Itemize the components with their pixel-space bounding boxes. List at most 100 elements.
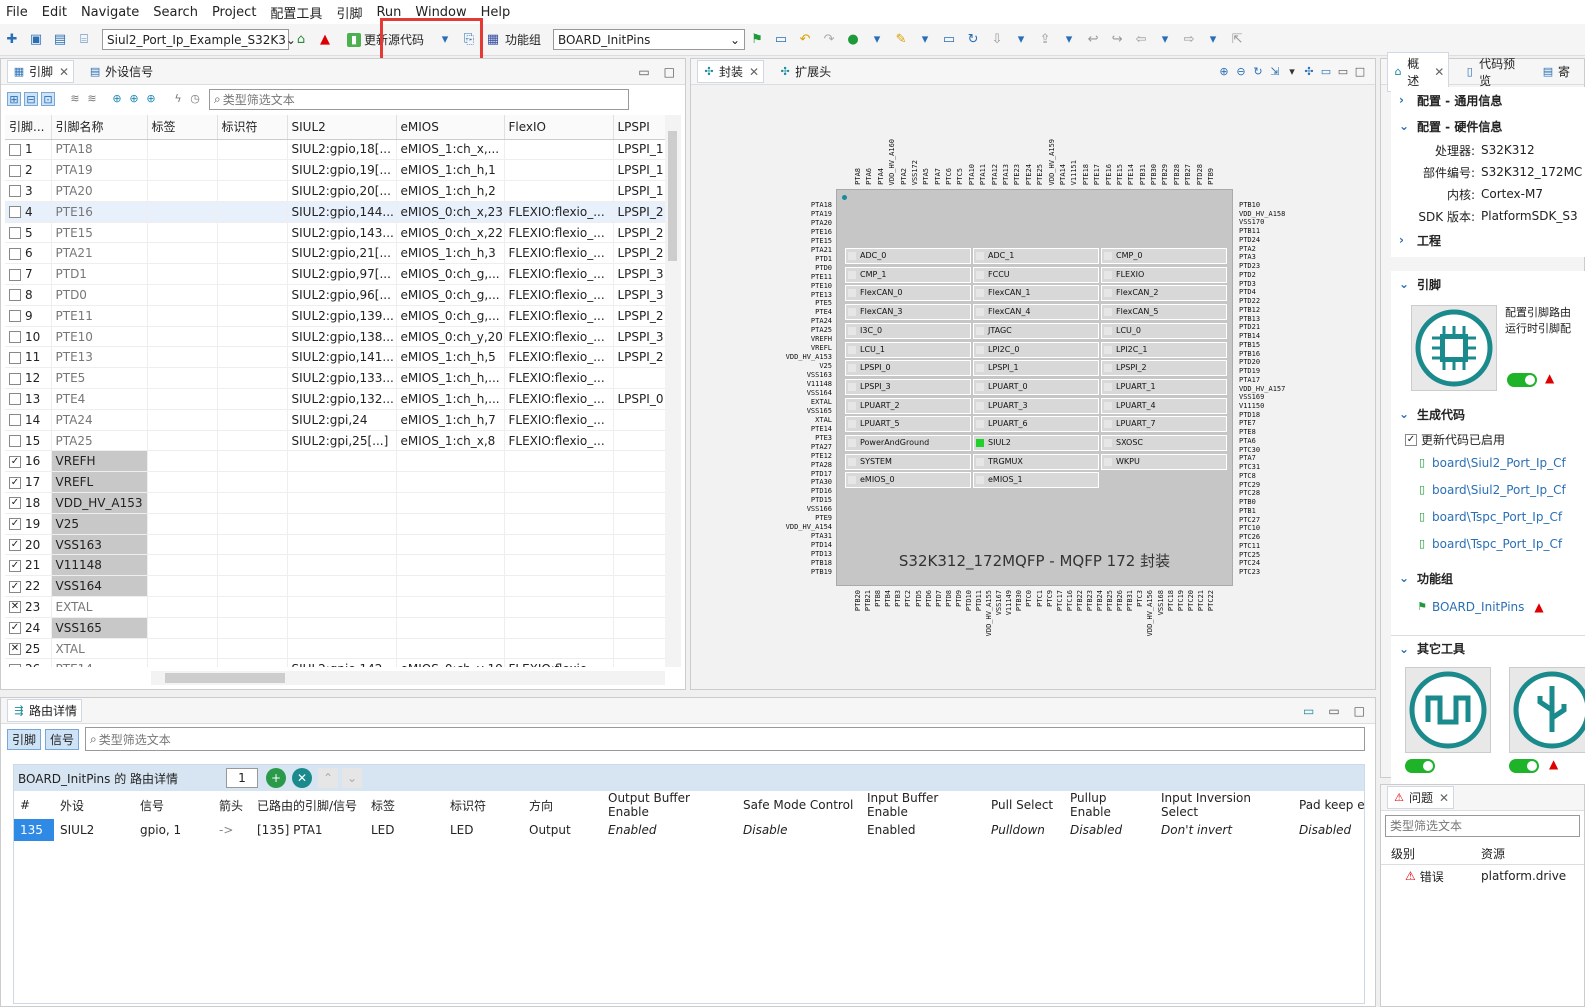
pins-column-header[interactable]: 引脚名称 — [51, 115, 148, 140]
routing-table-row[interactable]: 135 SIUL2 gpio, 1 -> [135] PTA1 LED LED Output E… — [14, 819, 1414, 841]
menu-item[interactable]: Project — [212, 5, 256, 20]
pin-label[interactable]: PTC24 — [1239, 559, 1260, 567]
routing-column-header[interactable]: 已路由的引脚/信号 — [251, 791, 365, 819]
pin-label[interactable]: PTD4 — [1239, 288, 1256, 296]
pins-column-header[interactable]: FlexIO — [504, 115, 614, 140]
refresh-icon[interactable]: ↻ — [964, 31, 982, 49]
pin-label[interactable]: PTB20 — [854, 590, 862, 611]
menu-item[interactable]: 配置工具 — [270, 3, 322, 22]
pin-label[interactable]: PTA24 — [811, 317, 832, 325]
pin-label[interactable]: PTB31 — [1126, 590, 1134, 611]
checkbox-checked-icon[interactable]: ✓ — [9, 580, 21, 593]
dropdown-arrow-icon[interactable]: ▾ — [1012, 31, 1030, 49]
save-icon[interactable]: ▣ — [27, 31, 45, 49]
pin-label[interactable]: PTD3 — [1239, 280, 1256, 288]
routing-column-header[interactable]: 信号 — [134, 791, 213, 819]
route-icon[interactable]: ⊕ — [127, 92, 141, 106]
tab-code-preview[interactable]: ▯ 代码预览 — [1459, 53, 1527, 91]
section-general[interactable]: › 配置 - 通用信息 — [1391, 87, 1585, 113]
checkbox-crossed-icon[interactable]: ✕ — [9, 601, 21, 614]
pin-icon[interactable]: ⇪ — [1036, 31, 1054, 49]
peripheral-block[interactable]: FlexCAN_0 — [845, 285, 971, 302]
peripheral-block[interactable]: LPUART_5 — [845, 416, 971, 433]
peripheral-block[interactable]: LPUART_4 — [1101, 397, 1227, 414]
tab-overview[interactable]: ⌂ 概述 ✕ — [1387, 51, 1450, 92]
add-route-icon[interactable]: + — [266, 768, 286, 788]
peripheral-block[interactable]: FlexCAN_5 — [1101, 304, 1227, 321]
pins-column-header[interactable]: SIUL2 — [287, 115, 397, 140]
pin-label[interactable]: PTD2 — [1239, 271, 1256, 279]
close-icon[interactable]: ✕ — [749, 65, 759, 79]
section-pins[interactable]: ⌄ 引脚 — [1391, 271, 1585, 297]
pin-label[interactable]: PTD7 — [935, 590, 943, 607]
table-row[interactable]: ✓ 16 VREFH — [5, 450, 665, 473]
table-row[interactable]: ✓ 18 VDD_HV_A153 — [5, 492, 665, 514]
lightning-icon[interactable]: ϟ — [171, 92, 185, 106]
pin-label[interactable]: PTB27 — [1184, 164, 1192, 185]
peripheral-block[interactable]: CMP_0 — [1101, 248, 1227, 264]
pin-label[interactable]: PTB18 — [811, 559, 832, 567]
minimize-icon[interactable]: ▭ — [638, 65, 649, 79]
pin-label[interactable]: PTC26 — [1239, 533, 1260, 541]
pin-label[interactable]: PTD19 — [1239, 367, 1260, 375]
pin-label[interactable]: V11149 — [1005, 590, 1013, 615]
routing-column-header[interactable]: 标识符 — [444, 791, 523, 819]
dropdown-arrow-icon[interactable]: ▾ — [1156, 31, 1174, 49]
table-row[interactable]: 14 PTA24 SIUL2:gpi,24 eMIOS_1:ch_h,7 FLEXIO:… — [5, 409, 665, 431]
pin-label[interactable]: V11150 — [1239, 402, 1264, 410]
export-icon[interactable]: ⇲ — [1268, 65, 1282, 79]
pin-label[interactable]: VSS163 — [807, 371, 832, 379]
pin-label[interactable]: PTA18 — [811, 201, 832, 209]
pin-label[interactable]: PTC17 — [1056, 590, 1064, 611]
project-combo[interactable]: Siul2_Port_Ip_Example_S32K3 ⌄ — [102, 29, 296, 50]
table-row[interactable]: 13 PTE4 SIUL2:gpio,132... eMIOS_1:ch_h,... F… — [5, 388, 665, 410]
checkbox-checked-icon[interactable]: ✓ — [9, 622, 21, 635]
pin-label[interactable]: PTC30 — [1239, 446, 1260, 454]
pin-label[interactable]: PTC20 — [1187, 590, 1195, 611]
pin-label[interactable]: PTC3 — [1136, 590, 1144, 607]
pin-label[interactable]: PTE16 — [811, 228, 832, 236]
checkbox-crossed-icon[interactable]: ✕ — [9, 643, 21, 656]
dropdown-arrow-icon[interactable]: ▾ — [1204, 31, 1222, 49]
pin-label[interactable]: PTD21 — [1239, 323, 1260, 331]
zoom-in-icon[interactable]: ⊕ — [1217, 65, 1231, 79]
table-row[interactable]: 12 PTE5 SIUL2:gpio,133... eMIOS_1:ch_h,... F… — [5, 367, 665, 390]
pin-label[interactable]: VDD_HV_A159 — [1048, 139, 1056, 185]
pin-label[interactable]: PTE14 — [1127, 164, 1135, 185]
pin-label[interactable]: PTD14 — [811, 541, 832, 549]
table-row[interactable]: 3 PTA20 SIUL2:gpio,20[... eMIOS_1:ch_h,2 LPS… — [5, 180, 665, 202]
run-icon[interactable]: ● — [844, 31, 862, 49]
pin-label[interactable]: PTC5 — [956, 168, 964, 185]
pin-label[interactable]: PTB29 — [1161, 164, 1169, 185]
peripheral-block[interactable]: LPUART_1 — [1101, 378, 1227, 395]
alarm-icon[interactable]: ◷ — [188, 92, 202, 106]
pin-label[interactable]: PTE10 — [811, 282, 832, 290]
pins-toggle[interactable] — [1507, 373, 1537, 387]
peripheral-block[interactable]: SYSTEM — [845, 453, 971, 470]
pin-label[interactable]: VSS166 — [807, 505, 832, 513]
close-icon[interactable]: ✕ — [59, 65, 69, 79]
pin-label[interactable]: PTD24 — [1239, 236, 1260, 244]
dropdown-arrow-icon[interactable]: ▾ — [1060, 31, 1078, 49]
pin-label[interactable]: PTC2 — [904, 590, 912, 607]
pin-label[interactable]: PTE25 — [1036, 164, 1044, 185]
pin-label[interactable]: PTA2 — [900, 168, 908, 185]
table-row[interactable]: 5 PTE15 SIUL2:gpio,143... eMIOS_0:ch_x,22 FL… — [5, 222, 665, 244]
routing-filter-input[interactable]: ⌕ 类型筛选文本 — [85, 727, 1366, 751]
peripheral-block[interactable]: LPUART_2 — [845, 397, 971, 414]
peripheral-tool-toggle[interactable] — [1509, 759, 1539, 773]
pin-label[interactable]: PTD18 — [1239, 411, 1260, 419]
peripheral-block[interactable]: I3C_0 — [845, 322, 971, 339]
pin-label[interactable]: PTB31 — [1139, 164, 1147, 185]
pin-label[interactable]: PTA19 — [811, 210, 832, 218]
table-row[interactable]: 10 PTE10 SIUL2:gpio,138... eMIOS_0:ch_y,20 F… — [5, 326, 665, 348]
chat-icon[interactable]: ▭ — [1303, 704, 1314, 718]
problems-filter-input[interactable]: 类型筛选文本 — [1385, 815, 1580, 837]
peripheral-block[interactable]: eMIOS_1 — [973, 472, 1099, 489]
pin-label[interactable]: PTB0 — [1239, 498, 1256, 506]
peripheral-block[interactable]: LCU_0 — [1101, 322, 1227, 339]
forward-edit-icon[interactable]: ↪ — [1108, 31, 1126, 49]
checkbox-icon[interactable] — [9, 206, 21, 219]
vertical-scrollbar[interactable] — [665, 115, 681, 667]
peripheral-block[interactable]: SIUL2 — [973, 435, 1099, 451]
